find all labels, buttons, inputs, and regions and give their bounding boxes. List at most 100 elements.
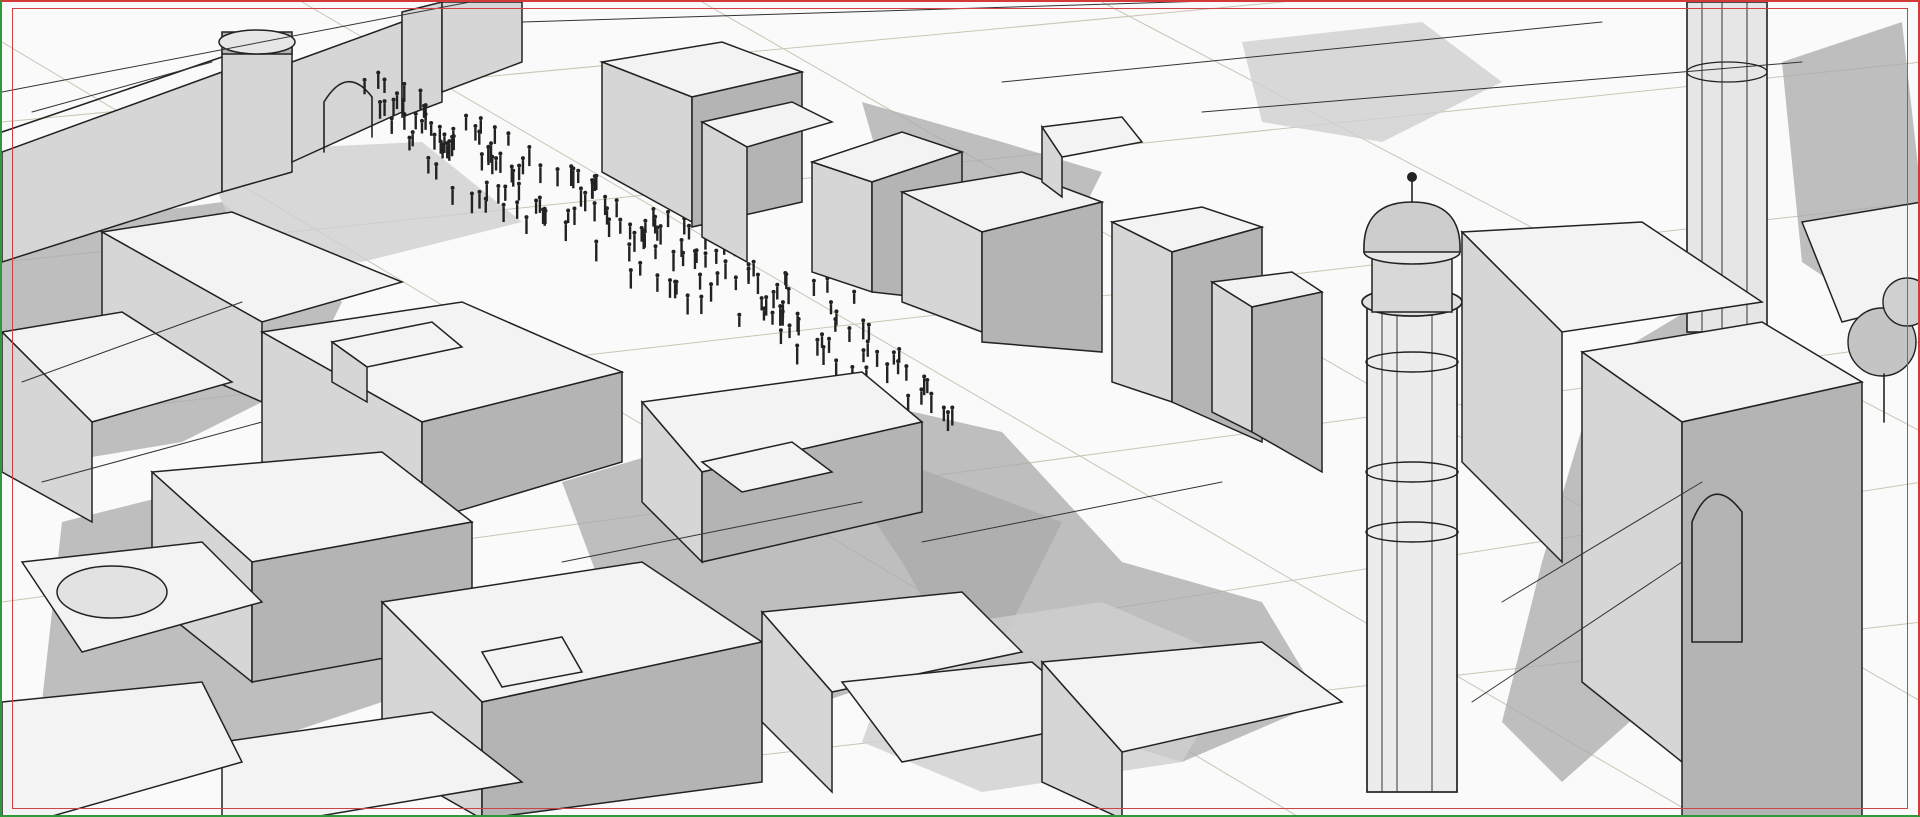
crowd-figure-head <box>520 156 525 161</box>
crowd-figure <box>377 74 380 89</box>
crowd-figure <box>747 270 750 281</box>
crowd-figure-head <box>685 293 690 298</box>
crowd-figure-head <box>614 198 619 203</box>
crowd-figure <box>579 190 583 207</box>
crowd-figure <box>383 103 386 116</box>
crowd-figure-head <box>653 214 658 219</box>
crowd-figure-head <box>667 278 672 283</box>
crowd-figure <box>892 354 896 365</box>
crowd-figure <box>478 133 481 145</box>
crowd-figure-head <box>897 346 902 351</box>
crowd-figure-head <box>407 135 412 140</box>
crowd-figure <box>852 293 856 304</box>
crowd-figure <box>764 299 768 316</box>
crowd-figure-head <box>592 174 597 179</box>
crowd-figure-head <box>478 116 483 121</box>
crowd-figure <box>499 155 502 173</box>
crowd-figure-head <box>376 70 381 75</box>
crowd-figure-head <box>451 126 456 131</box>
crowd-figure <box>734 279 738 291</box>
crowd-figure <box>451 189 454 205</box>
crowd-figure-head <box>852 289 857 294</box>
crowd-figure <box>517 185 521 201</box>
crowd-figure-head <box>538 163 543 168</box>
crowd-figure-head <box>694 248 699 253</box>
crowd-figure-head <box>429 120 434 125</box>
crowd-figure-head <box>594 239 599 244</box>
crowd-figure <box>539 167 542 184</box>
crowd-figure-head <box>861 318 866 323</box>
crowd-figure-head <box>919 387 924 392</box>
crowd-figure-head <box>479 152 484 157</box>
crowd-figure-head <box>555 167 560 172</box>
crowd-figure <box>390 120 393 134</box>
crowd-figure <box>474 127 477 141</box>
crowd-figure <box>493 129 497 144</box>
crowd-figure <box>566 212 570 224</box>
crowd-figure <box>951 409 954 426</box>
crowd-figure <box>875 353 879 367</box>
crowd-figure-head <box>494 156 499 161</box>
crowd-figure-head <box>515 200 520 205</box>
crowd-figure <box>687 227 691 240</box>
crowd-figure <box>411 134 414 147</box>
crowd-figure <box>695 252 698 263</box>
crowd-figure <box>595 243 598 262</box>
crowd-figure-head <box>423 103 428 108</box>
crowd-figure <box>577 172 580 184</box>
crowd-figure-head <box>786 287 791 292</box>
crowd-figure <box>429 124 433 136</box>
crowd-figure-head <box>737 312 742 317</box>
crowd-figure-head <box>775 282 780 287</box>
crowd-figure-head <box>632 230 637 235</box>
crowd-figure <box>395 95 399 110</box>
crowd-figure-head <box>714 248 719 253</box>
crowd-figure-head <box>922 374 927 379</box>
crowd-figure <box>709 286 713 302</box>
crowd-figure <box>628 246 631 262</box>
crowd-figure <box>480 156 484 171</box>
crowd-figure <box>675 283 678 295</box>
crowd-figure <box>666 213 670 228</box>
crowd-figure <box>862 322 865 340</box>
crowd-figure <box>704 255 707 268</box>
crowd-figure-head <box>419 118 424 123</box>
crowd-figure <box>485 184 488 202</box>
crowd-figure <box>521 160 525 175</box>
crowd-figure-head <box>847 326 852 331</box>
crowd-figure-head <box>698 272 703 277</box>
crowd-figure-head <box>572 206 577 211</box>
crowd-figure-head <box>578 186 583 191</box>
crowd-figure <box>779 308 782 326</box>
crowd-figure <box>942 409 946 422</box>
crowd-figure-head <box>391 97 396 102</box>
crowd-figure <box>738 316 741 327</box>
crowd-figure <box>787 291 790 305</box>
crowd-figure-head <box>464 113 469 118</box>
crowd-figure-head <box>679 237 684 242</box>
crowd-figure <box>591 184 594 199</box>
crowd-figure-head <box>402 81 407 86</box>
crowd-figure <box>510 168 513 183</box>
crowd-figure-head <box>896 359 901 364</box>
crowd-figure-head <box>850 365 855 370</box>
crowd-figure <box>834 362 838 376</box>
crowd-figure <box>698 276 702 290</box>
crowd-figure <box>796 315 799 332</box>
crowd-figure-head <box>733 275 738 280</box>
crowd-figure <box>603 198 607 216</box>
crowd-figure-head <box>638 260 643 265</box>
crowd-figure-head <box>603 194 608 199</box>
crowd-figure <box>464 117 468 131</box>
crowd-figure-head <box>642 229 647 234</box>
crowd-figure <box>534 202 538 214</box>
minaret-icon <box>1361 172 1463 793</box>
crowd-figure-head <box>477 189 482 194</box>
crowd-figure-head <box>534 198 539 203</box>
crowd-figure <box>920 391 923 405</box>
crowd-figure-head <box>496 184 501 189</box>
crowd-figure-head <box>715 271 720 276</box>
crowd-figure <box>752 263 755 277</box>
crowd-figure <box>435 166 438 180</box>
crowd-figure-head <box>484 180 489 185</box>
